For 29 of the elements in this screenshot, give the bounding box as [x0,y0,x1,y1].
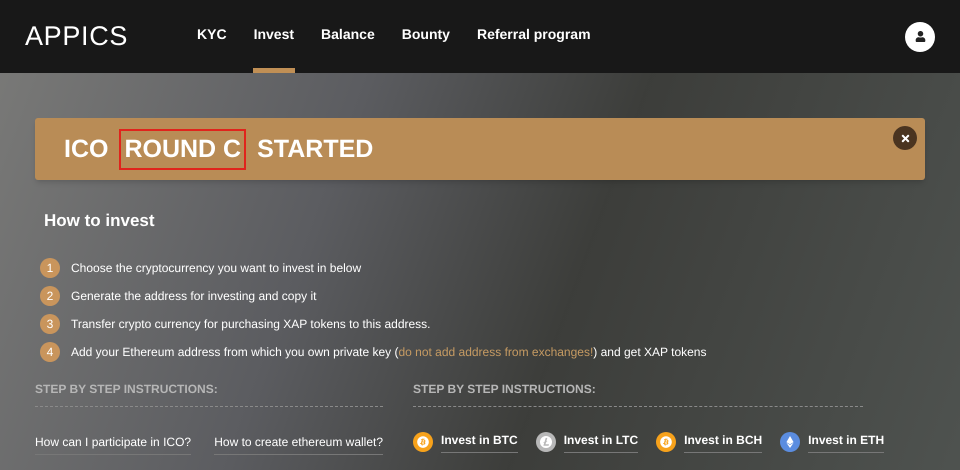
close-icon [900,132,910,144]
banner-title: ROUND C [119,128,246,170]
step-text: Generate the address for investing and copy it [71,288,316,304]
help-link[interactable]: How can I participate in ICO? [35,432,192,454]
nav-tab[interactable]: KYC [196,0,228,73]
section-heading: STEP BY STEP INSTRUCTIONS: [35,380,383,406]
help-link[interactable]: How to create ethereum wallet? [214,432,383,454]
nav-tab[interactable]: Invest [252,0,296,73]
step-text: Add your Ethereum address from which you own private key (do not add address from exchanges!) and get XAP tokens [71,344,706,360]
logo[interactable]: APPICS [25,16,195,57]
invest-link[interactable]: Invest in BTC [441,430,518,452]
close-button[interactable] [893,126,917,150]
invest-link[interactable]: Invest in ETH [808,430,884,452]
step-text: Transfer crypto currency for purchasing XAP tokens to this address. [71,316,430,332]
step-text: Choose the cryptocurrency you want to invest in below [71,260,362,276]
nav-tab[interactable]: Referral program [476,0,592,73]
step-number: 4 [40,342,60,362]
step-number: 1 [40,258,60,278]
invest-link[interactable]: Invest in BCH [684,430,762,452]
section-title: How to invest [44,210,156,232]
banner-title: STARTED [256,134,374,164]
step-number: 3 [40,314,60,334]
banner-title: ICO [63,134,110,164]
nav-tab[interactable]: Bounty [400,0,451,73]
step-number: 2 [40,286,60,306]
section-heading: STEP BY STEP INSTRUCTIONS: [413,380,863,406]
nav-tab[interactable]: Balance [320,0,376,73]
user-avatar-icon[interactable] [905,22,935,52]
invest-link[interactable]: Invest in LTC [564,430,638,452]
